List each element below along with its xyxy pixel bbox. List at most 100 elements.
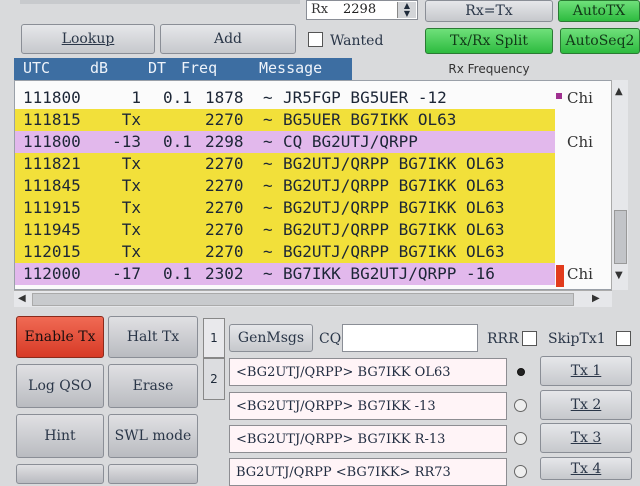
rx-label: Rx xyxy=(311,2,329,17)
row-message: CQ BG2UTJ/QRPP xyxy=(283,132,418,151)
row-message: BG7IKK BG2UTJ/QRPP -16 xyxy=(283,264,495,283)
horizontal-scrollbar[interactable]: ◀ ▶ xyxy=(14,290,612,307)
row-sep: ~ xyxy=(263,110,273,129)
tx-tab-1[interactable]: 1 xyxy=(203,318,225,358)
row-utc: 112000 xyxy=(23,264,81,283)
genmsgs-button[interactable]: GenMsgs xyxy=(229,324,313,352)
row-utc: 111915 xyxy=(23,198,81,217)
row-message: JR5FGP BG5UER -12 xyxy=(283,88,447,107)
row-message: BG2UTJ/QRPP BG7IKK OL63 xyxy=(283,220,505,239)
decode-row[interactable]: 111821 Tx 2270 ~ BG2UTJ/QRPP BG7IKK OL63 xyxy=(15,153,555,175)
lookup-button[interactable]: Lookup xyxy=(21,24,155,54)
decode-row[interactable]: 111800 -13 0.1 2298 ~ CQ BG2UTJ/QRPP xyxy=(15,131,555,153)
tx1-message[interactable]: <BG2UTJ/QRPP> BG7IKK OL63 xyxy=(229,358,507,386)
decode-row[interactable]: 112000 -17 0.1 2302 ~ BG7IKK BG2UTJ/QRPP -16 xyxy=(15,263,555,285)
decode-table-header: UTC dB DT Freq Message Rx Frequency xyxy=(14,58,626,80)
wanted-label: Wanted xyxy=(330,33,384,49)
cq-input[interactable] xyxy=(342,324,478,352)
rx-eq-tx-button[interactable]: Rx=Tx xyxy=(425,0,553,22)
row-db: Tx xyxy=(121,110,141,129)
wanted-checkbox[interactable] xyxy=(308,32,323,47)
bottom-button-left[interactable] xyxy=(16,464,104,484)
row-db: Tx xyxy=(121,198,141,217)
skiptx1-label: SkipTx1 xyxy=(548,331,606,347)
tx4-radio[interactable] xyxy=(514,465,527,478)
tx4-message[interactable]: BG2UTJ/QRPP <BG7IKK> RR73 xyxy=(229,458,507,486)
decode-row[interactable]: 111800 1 0.1 1878 ~ JR5FGP BG5UER -12 xyxy=(15,87,555,109)
decode-row[interactable]: 111945 Tx 2270 ~ BG2UTJ/QRPP BG7IKK OL63 xyxy=(15,219,555,241)
row-sep: ~ xyxy=(263,88,273,107)
tx1-radio[interactable] xyxy=(517,368,525,376)
auto-tx-button[interactable]: AutoTX xyxy=(558,0,640,22)
add-button[interactable]: Add xyxy=(160,24,296,54)
log-qso-button[interactable]: Log QSO xyxy=(16,364,104,408)
auto-seq-button[interactable]: AutoSeq2 xyxy=(560,28,640,54)
rrr-label: RRR xyxy=(487,331,519,347)
tx3-button[interactable]: Tx 3 xyxy=(540,423,632,453)
row-freq: 2298 xyxy=(205,132,244,151)
header-message: Message xyxy=(259,59,323,77)
hint-button[interactable]: Hint xyxy=(16,414,104,458)
decode-list[interactable]: 111800 1 0.1 1878 ~ JR5FGP BG5UER -12 Chi 11181… xyxy=(14,80,614,290)
row-db: Tx xyxy=(121,220,141,239)
rx-frequency-spinbox[interactable]: Rx 2298 ▲ ▼ xyxy=(306,0,418,20)
halt-tx-button[interactable]: Halt Tx xyxy=(108,316,198,358)
row-freq: 2270 xyxy=(205,198,244,217)
row-db: -17 xyxy=(112,264,141,283)
row-dt: 0.1 xyxy=(163,264,192,283)
enable-tx-button[interactable]: Enable Tx xyxy=(16,316,104,358)
skiptx1-checkbox[interactable] xyxy=(616,331,631,346)
row-message: BG5UER BG7IKK OL63 xyxy=(283,110,457,129)
rx-frequency-cell: Chi xyxy=(567,133,593,151)
header-freq: Freq xyxy=(181,59,218,77)
row-db: Tx xyxy=(121,242,141,261)
row-sep: ~ xyxy=(263,154,273,173)
tx-tab-2[interactable]: 2 xyxy=(203,358,225,400)
decode-row[interactable]: 111815 Tx 2270 ~ BG5UER BG7IKK OL63 xyxy=(15,109,555,131)
decode-row[interactable]: 111845 Tx 2270 ~ BG2UTJ/QRPP BG7IKK OL63 xyxy=(15,175,555,197)
row-message: BG2UTJ/QRPP BG7IKK OL63 xyxy=(283,154,505,173)
rx-value: 2298 xyxy=(343,2,377,17)
scroll-left-icon[interactable]: ◀ xyxy=(18,293,26,304)
row-utc: 111845 xyxy=(23,176,81,195)
scroll-right-icon[interactable]: ▶ xyxy=(592,293,600,304)
tx2-button[interactable]: Tx 2 xyxy=(540,390,632,420)
tx2-label: Tx 2 xyxy=(570,397,602,413)
scroll-down-icon[interactable]: ▼ xyxy=(615,270,623,281)
spin-arrows-icon[interactable]: ▲ ▼ xyxy=(397,2,416,18)
rrr-checkbox[interactable] xyxy=(522,331,537,346)
row-db: 1 xyxy=(131,88,141,107)
row-freq: 2270 xyxy=(205,110,244,129)
scroll-up-icon[interactable]: ▲ xyxy=(615,86,623,97)
row-utc: 111821 xyxy=(23,154,81,173)
header-dt: DT xyxy=(148,59,167,77)
row-message: BG2UTJ/QRPP BG7IKK OL63 xyxy=(283,198,505,217)
rx-frequency-header: Rx Frequency xyxy=(352,58,626,80)
decode-row[interactable]: 111915 Tx 2270 ~ BG2UTJ/QRPP BG7IKK OL63 xyxy=(15,197,555,219)
scroll-thumb[interactable] xyxy=(614,210,627,264)
lookup-label: Lookup xyxy=(61,31,115,47)
row-db: Tx xyxy=(121,176,141,195)
row-sep: ~ xyxy=(263,132,273,151)
decode-row[interactable]: 112015 Tx 2270 ~ BG2UTJ/QRPP BG7IKK OL63 xyxy=(15,241,555,263)
vertical-scrollbar[interactable]: ▲ ▼ xyxy=(611,80,628,290)
tx4-button[interactable]: Tx 4 xyxy=(540,457,632,480)
erase-button[interactable]: Erase xyxy=(108,364,198,408)
top-left-cut-panel xyxy=(20,0,300,4)
tx2-message[interactable]: <BG2UTJ/QRPP> BG7IKK -13 xyxy=(229,392,507,420)
tx2-radio[interactable] xyxy=(514,399,527,412)
txrx-split-button[interactable]: Tx/Rx Split xyxy=(425,28,553,54)
tx1-button[interactable]: Tx 1 xyxy=(540,356,632,386)
tx1-label: Tx 1 xyxy=(570,363,602,379)
swl-mode-button[interactable]: SWL mode xyxy=(108,414,198,458)
bottom-button-right[interactable] xyxy=(108,464,198,484)
row-utc: 111815 xyxy=(23,110,81,129)
tx3-radio[interactable] xyxy=(514,432,527,445)
tx3-label: Tx 3 xyxy=(570,430,602,446)
rx-frequency-title: Rx Frequency xyxy=(448,62,530,76)
row-freq: 2270 xyxy=(205,176,244,195)
row-db: -13 xyxy=(112,132,141,151)
scroll-thumb[interactable] xyxy=(32,293,574,306)
rx-frequency-cell: Chi xyxy=(567,89,593,107)
tx3-message[interactable]: <BG2UTJ/QRPP> BG7IKK R-13 xyxy=(229,425,507,453)
